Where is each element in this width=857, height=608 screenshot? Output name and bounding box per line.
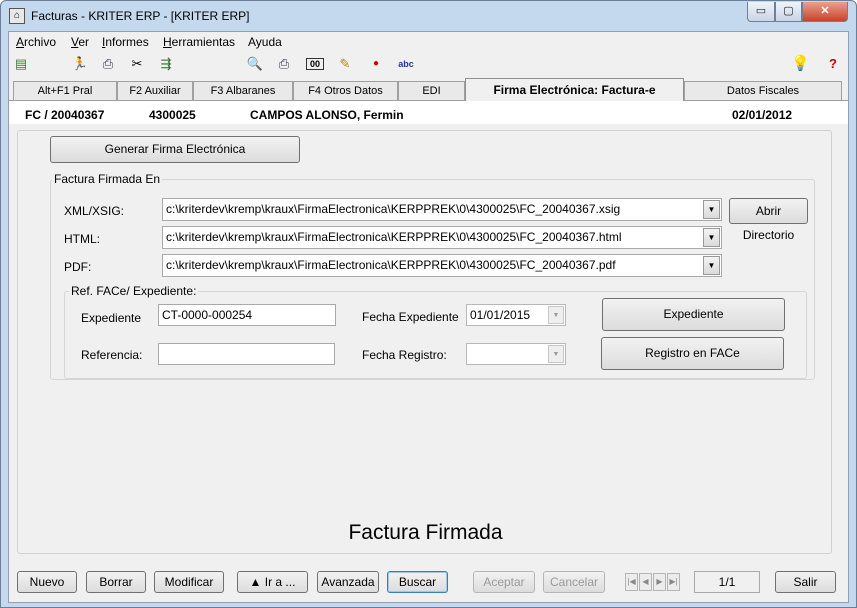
client-area: Archivo Ver Informes Herramientas Ayuda …: [8, 31, 849, 603]
tab-auxiliar[interactable]: F2 Auxiliar: [117, 81, 193, 101]
menu-ayuda[interactable]: Ayuda: [248, 35, 282, 49]
firma-panel: Generar Firma Electrónica Factura Firmad…: [17, 130, 832, 554]
toolbar: ▤ 🏃 ⎙ ✂ ⇶ 🔍 ⎙ 00 ✎ ● abc 💡 ?: [9, 52, 848, 78]
tab-pral[interactable]: Alt+F1 Pral: [13, 81, 117, 101]
spellcheck-icon[interactable]: abc: [395, 55, 417, 73]
app-icon: ⌂: [9, 8, 25, 24]
signed-invoice-group: Factura Firmada En XML/XSIG: c:\kriterde…: [50, 172, 815, 380]
chevron-down-icon[interactable]: ▼: [703, 200, 720, 219]
nuevo-button[interactable]: Nuevo: [17, 571, 77, 593]
fecha-expediente-label: Fecha Expediente: [362, 310, 459, 324]
chevron-down-icon[interactable]: ▼: [548, 306, 564, 324]
signed-status-caption: Factura Firmada: [348, 521, 503, 544]
export-icon[interactable]: ⇶: [157, 55, 175, 73]
record-icon[interactable]: ●: [367, 55, 385, 73]
previous-record-icon[interactable]: ◀: [639, 573, 652, 591]
customer-name: CAMPOS ALONSO, Fermin: [250, 108, 404, 122]
notepad-icon[interactable]: ✎: [336, 55, 354, 73]
last-record-icon[interactable]: ▶|: [667, 573, 680, 591]
chevron-down-icon[interactable]: ▼: [548, 345, 564, 363]
chevron-down-icon[interactable]: ▼: [703, 256, 720, 275]
generate-signature-button[interactable]: Generar Firma Electrónica: [50, 136, 300, 163]
scissors-icon[interactable]: ✂: [128, 55, 146, 73]
tab-albaranes[interactable]: F3 Albaranes: [193, 81, 293, 101]
fecha-registro-picker[interactable]: ▼: [466, 343, 566, 365]
html-path-value: c:\kriterdev\kremp\kraux\FirmaElectronic…: [166, 230, 622, 244]
expediente-input[interactable]: CT-0000-000254: [158, 304, 336, 326]
menu-bar: Archivo Ver Informes Herramientas Ayuda: [9, 32, 848, 52]
books-icon[interactable]: ▤: [12, 55, 30, 73]
application-window: ⌂ Facturas - KRITER ERP - [KRITER ERP] ▭…: [0, 0, 857, 608]
registro-face-button[interactable]: Registro en FACe: [601, 337, 784, 370]
pdf-path-combo[interactable]: c:\kriterdev\kremp\kraux\FirmaElectronic…: [162, 254, 722, 277]
menu-ver[interactable]: Ver: [71, 35, 89, 49]
modificar-button[interactable]: Modificar: [154, 571, 224, 593]
expediente-label: Expediente: [81, 311, 142, 325]
action-bar: Nuevo Borrar Modificar ▲ Ir a ... Avanza…: [9, 562, 848, 602]
cancelar-button[interactable]: Cancelar: [543, 571, 605, 593]
next-record-icon[interactable]: ▶: [653, 573, 666, 591]
chevron-down-icon[interactable]: ▼: [703, 228, 720, 247]
referencia-label: Referencia:: [81, 348, 143, 362]
tab-otros-datos[interactable]: F4 Otros Datos: [293, 81, 398, 101]
xml-path-combo[interactable]: c:\kriterdev\kremp\kraux\FirmaElectronic…: [162, 198, 722, 221]
borrar-button[interactable]: Borrar: [86, 571, 146, 593]
close-button[interactable]: ✕: [802, 2, 848, 22]
print-preview-icon[interactable]: 🔍: [246, 55, 264, 73]
face-group-label: Ref. FACe/ Expediente:: [69, 284, 199, 298]
minimize-button[interactable]: ▭: [747, 2, 775, 22]
fecha-expediente-value: 01/01/2015: [470, 308, 531, 322]
avanzada-button[interactable]: Avanzada: [317, 571, 379, 593]
fecha-expediente-picker[interactable]: 01/01/2015 ▼: [466, 304, 566, 326]
face-group: Ref. FACe/ Expediente: Expediente CT-000…: [64, 284, 807, 379]
customer-account: 4300025: [149, 108, 196, 122]
tab-edi[interactable]: EDI: [398, 81, 465, 101]
printer-icon[interactable]: ⎙: [99, 55, 117, 73]
aceptar-button[interactable]: Aceptar: [473, 571, 535, 593]
lightbulb-icon[interactable]: 💡: [791, 55, 810, 73]
html-label: HTML:: [64, 232, 100, 246]
referencia-input[interactable]: [158, 343, 335, 365]
invoice-number: FC / 20040367: [25, 108, 105, 122]
help-icon[interactable]: ?: [824, 55, 842, 73]
runner-icon[interactable]: 🏃: [71, 55, 89, 73]
counter-icon[interactable]: 00: [306, 58, 324, 70]
invoice-header: FC / 20040367 4300025 CAMPOS ALONSO, Fer…: [9, 100, 848, 124]
ir-a-button[interactable]: ▲ Ir a ...: [237, 571, 308, 593]
menu-informes[interactable]: Informes: [102, 35, 149, 49]
menu-herramientas[interactable]: Herramientas: [163, 35, 235, 49]
print-icon[interactable]: ⎙: [275, 55, 293, 73]
salir-button[interactable]: Salir: [775, 571, 836, 593]
signed-group-label: Factura Firmada En: [52, 172, 163, 186]
open-directory-button[interactable]: Abrir Directorio: [729, 198, 808, 242]
html-path-combo[interactable]: c:\kriterdev\kremp\kraux\FirmaElectronic…: [162, 226, 722, 249]
invoice-date: 02/01/2012: [732, 108, 793, 122]
buscar-button[interactable]: Buscar: [387, 571, 448, 593]
title-bar[interactable]: ⌂ Facturas - KRITER ERP - [KRITER ERP] ▭…: [1, 1, 856, 31]
xml-path-value: c:\kriterdev\kremp\kraux\FirmaElectronic…: [166, 202, 621, 216]
tab-datos-fiscales[interactable]: Datos Fiscales: [684, 81, 842, 101]
fecha-registro-label: Fecha Registro:: [362, 348, 447, 362]
tab-strip: Alt+F1 Pral F2 Auxiliar F3 Albaranes F4 …: [9, 78, 848, 101]
maximize-button[interactable]: ▢: [775, 2, 802, 22]
expediente-button[interactable]: Expediente: [602, 298, 785, 331]
first-record-icon[interactable]: |◀: [625, 573, 638, 591]
page-indicator: 1/1: [694, 571, 760, 593]
pdf-label: PDF:: [64, 260, 92, 274]
xml-label: XML/XSIG:: [64, 204, 125, 218]
window-title: Facturas - KRITER ERP - [KRITER ERP]: [31, 9, 250, 23]
pdf-path-value: c:\kriterdev\kremp\kraux\FirmaElectronic…: [166, 258, 616, 272]
menu-archivo[interactable]: Archivo: [16, 35, 56, 49]
tab-firma-electronica[interactable]: Firma Electrónica: Factura-e: [465, 78, 684, 101]
